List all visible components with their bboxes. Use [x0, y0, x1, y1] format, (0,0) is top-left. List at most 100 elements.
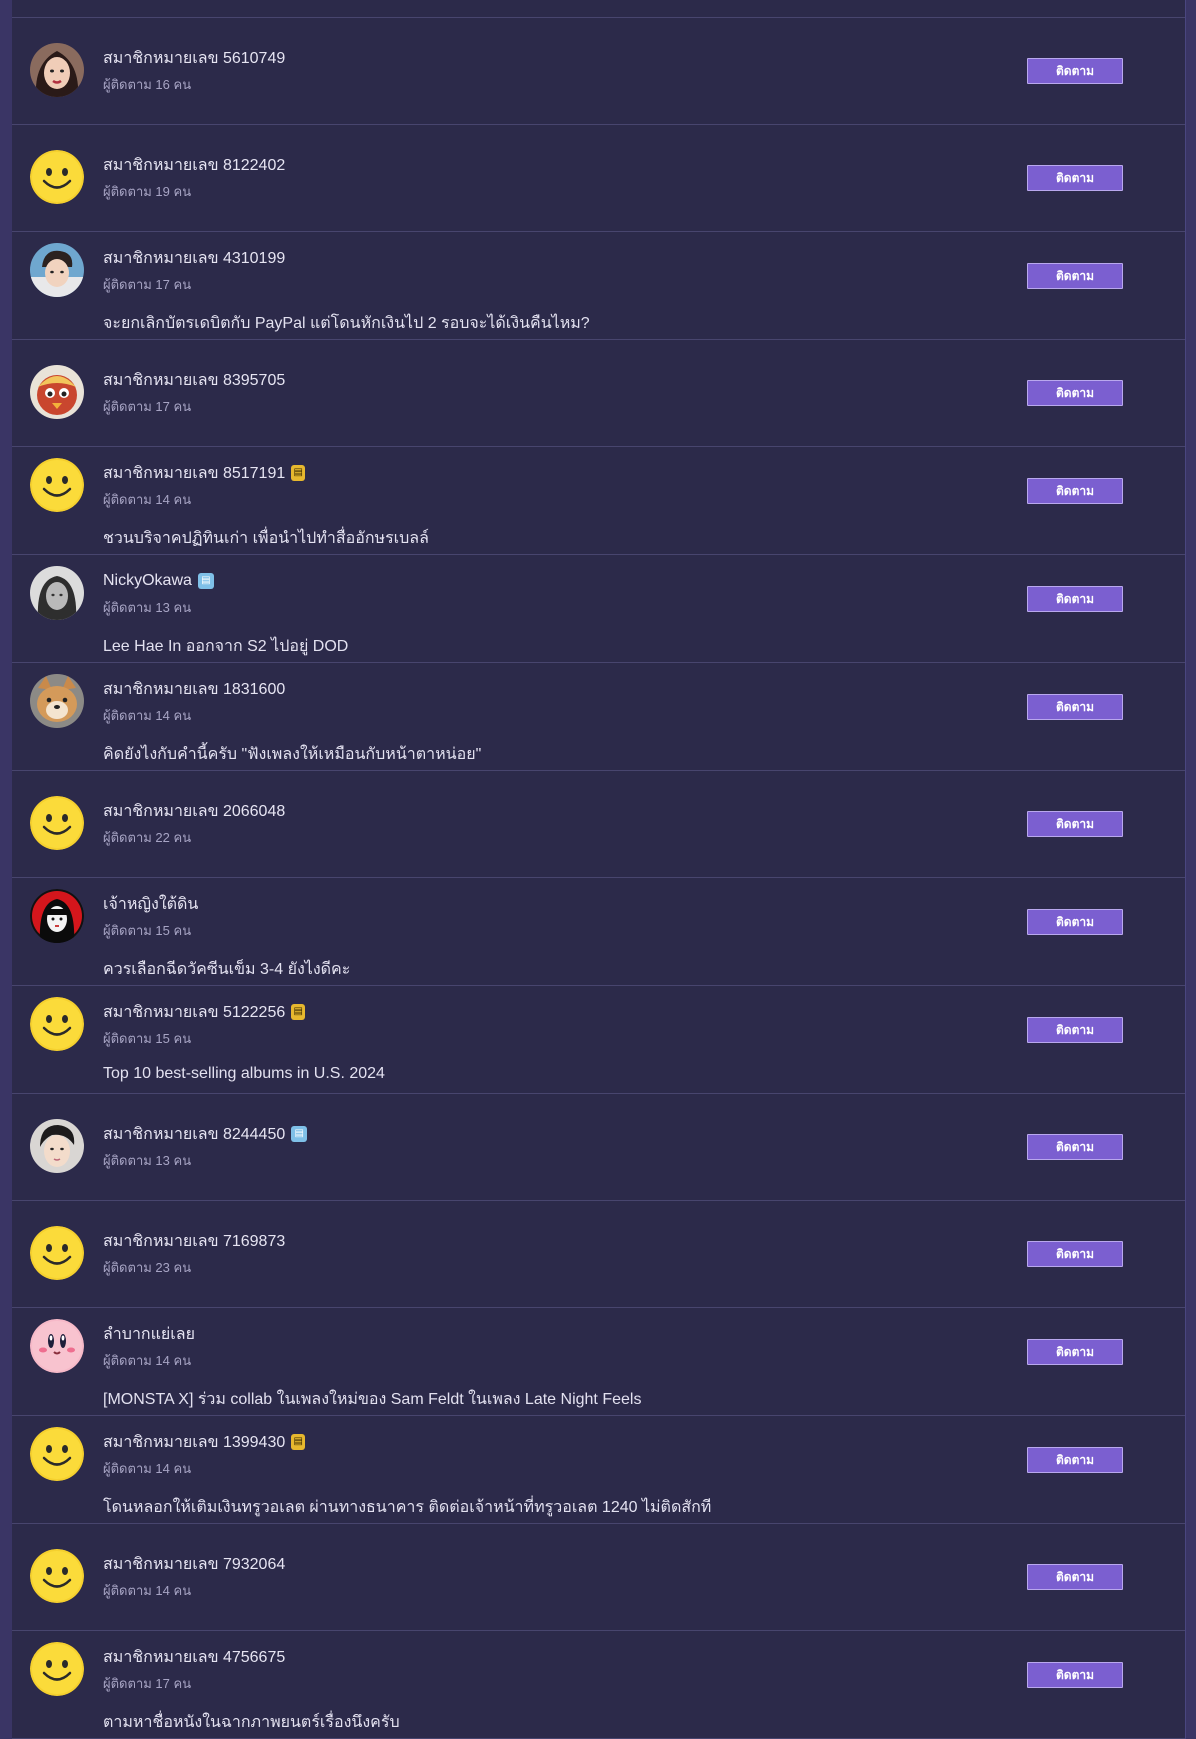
name-line: สมาชิกหมายเลข 7169873	[103, 1229, 1185, 1253]
follow-button[interactable]: ติดตาม	[1027, 909, 1123, 935]
follow-button[interactable]: ติดตาม	[1027, 165, 1123, 191]
follower-count: ผู้ติดตาม 14 คน	[103, 1583, 192, 1598]
latest-topic-link[interactable]: คิดยังไงกับคำนี้ครับ "ฟังเพลงให้เหมือนกั…	[103, 742, 1185, 767]
follow-button[interactable]: ติดตาม	[1027, 1339, 1123, 1365]
user-info: สมาชิกหมายเลข 1399430 ▤ ผู้ติดตาม 14 คนโดน…	[103, 1430, 1185, 1520]
user-info: สมาชิกหมายเลข 8517191 ▤ ผู้ติดตาม 14 คน ชวน…	[103, 461, 1185, 551]
follower-count: ผู้ติดตาม 13 คน	[103, 600, 192, 615]
avatar[interactable]	[30, 1427, 84, 1481]
follower-count: ผู้ติดตาม 23 คน	[103, 1260, 192, 1275]
follow-button[interactable]: ติดตาม	[1027, 380, 1123, 406]
avatar[interactable]	[30, 150, 84, 204]
name-line: สมาชิกหมายเลข 8244450 ▤	[103, 1122, 1185, 1146]
user-name-link[interactable]: NickyOkawa	[103, 572, 192, 590]
latest-topic-link[interactable]: โดนหลอกให้เติมเงินทรูวอเลต ผ่านทางธนาคาร…	[103, 1495, 1185, 1520]
avatar[interactable]	[30, 1226, 84, 1280]
list-item-partial	[12, 0, 1185, 18]
user-info: สมาชิกหมายเลข 2066048 ผู้ติดตาม 22 คน	[103, 799, 1185, 848]
user-info: สมาชิกหมายเลข 4756675 ผู้ติดตาม 17 คนตามห…	[103, 1645, 1185, 1735]
avatar[interactable]	[30, 43, 84, 97]
follow-button[interactable]: ติดตาม	[1027, 58, 1123, 84]
list-item: สมาชิกหมายเลข 7169873 ผู้ติดตาม 23 คน ติดต…	[12, 1201, 1185, 1308]
follower-count: ผู้ติดตาม 14 คน	[103, 1461, 192, 1476]
follow-button[interactable]: ติดตาม	[1027, 1662, 1123, 1688]
avatar[interactable]	[30, 1119, 84, 1173]
latest-topic-link[interactable]: Lee Hae In ออกจาก S2 ไปอยู่ DOD	[103, 634, 1185, 659]
user-name-link[interactable]: ลำบากแย่เลย	[103, 1322, 195, 1347]
avatar[interactable]	[30, 1549, 84, 1603]
list-item: สมาชิกหมายเลข 1399430 ▤ ผู้ติดตาม 14 คนโดน…	[12, 1416, 1185, 1524]
name-line: สมาชิกหมายเลข 4756675	[103, 1645, 1185, 1669]
list-item: สมาชิกหมายเลข 7932064 ผู้ติดตาม 14 คน ติดต…	[12, 1524, 1185, 1631]
list-item: สมาชิกหมายเลข 8122402 ผู้ติดตาม 19 คน ติดต…	[12, 125, 1185, 232]
list-item: สมาชิกหมายเลข 8244450 ▤ ผู้ติดตาม 13 คน ติด…	[12, 1094, 1185, 1201]
name-line: สมาชิกหมายเลข 7932064	[103, 1552, 1185, 1576]
list-item: สมาชิกหมายเลข 2066048 ผู้ติดตาม 22 คน ติดต…	[12, 771, 1185, 878]
name-line: สมาชิกหมายเลข 4310199	[103, 246, 1185, 270]
user-name-link[interactable]: สมาชิกหมายเลข 7932064	[103, 1552, 285, 1577]
latest-topic-link[interactable]: [MONSTA X] ร่วม collab ในเพลงใหม่ของ Sam…	[103, 1387, 1185, 1412]
avatar[interactable]	[30, 796, 84, 850]
follow-button[interactable]: ติดตาม	[1027, 1241, 1123, 1267]
follower-count: ผู้ติดตาม 15 คน	[103, 1031, 192, 1046]
user-name-link[interactable]: สมาชิกหมายเลข 8122402	[103, 153, 285, 178]
mobile-verified-icon: ▤	[291, 1004, 306, 1020]
follower-count: ผู้ติดตาม 14 คน	[103, 492, 192, 507]
follow-button[interactable]: ติดตาม	[1027, 586, 1123, 612]
latest-topic-link[interactable]: ควรเลือกฉีดวัคซีนเข็ม 3-4 ยังไงดีคะ	[103, 957, 1185, 982]
latest-topic-link[interactable]: ชวนบริจาคปฏิทินเก่า เพื่อนำไปทำสื่ออักษร…	[103, 526, 1185, 551]
latest-topic-link[interactable]: จะยกเลิกบัตรเดบิตกับ PayPal แต่โดนหักเงิ…	[103, 311, 1185, 336]
avatar[interactable]	[30, 889, 84, 943]
user-info: สมาชิกหมายเลข 8244450 ▤ ผู้ติดตาม 13 คน	[103, 1122, 1185, 1171]
name-line: สมาชิกหมายเลข 5610749	[103, 46, 1185, 70]
user-name-link[interactable]: สมาชิกหมายเลข 4310199	[103, 246, 285, 271]
avatar[interactable]	[30, 458, 84, 512]
user-info: สมาชิกหมายเลข 4310199 ผู้ติดตาม 17 คน จะยก…	[103, 246, 1185, 336]
user-info: เจ้าหญิงใต้ดิน ผู้ติดตาม 15 คน ควรเลือกฉีด…	[103, 892, 1185, 982]
user-name-link[interactable]: สมาชิกหมายเลข 1831600	[103, 677, 285, 702]
user-name-link[interactable]: สมาชิกหมายเลข 8517191	[103, 461, 285, 486]
user-name-link[interactable]: สมาชิกหมายเลข 8395705	[103, 368, 285, 393]
avatar[interactable]	[30, 566, 84, 620]
avatar[interactable]	[30, 1642, 84, 1696]
name-line: เจ้าหญิงใต้ดิน	[103, 892, 1185, 916]
follower-count: ผู้ติดตาม 19 คน	[103, 184, 192, 199]
name-line: สมาชิกหมายเลข 1831600	[103, 677, 1185, 701]
follower-count: ผู้ติดตาม 17 คน	[103, 399, 192, 414]
avatar[interactable]	[30, 1319, 84, 1373]
list-item: NickyOkawa ▤ ผู้ติดตาม 13 คน Lee Hae In ออก…	[12, 555, 1185, 663]
blog-icon: ▤	[291, 1126, 308, 1142]
follow-button[interactable]: ติดตาม	[1027, 1564, 1123, 1590]
latest-topic-link[interactable]: Top 10 best-selling albums in U.S. 2024	[103, 1065, 1185, 1083]
name-line: สมาชิกหมายเลข 1399430 ▤	[103, 1430, 1185, 1454]
user-name-link[interactable]: สมาชิกหมายเลข 4756675	[103, 1645, 285, 1670]
user-name-link[interactable]: เจ้าหญิงใต้ดิน	[103, 892, 198, 917]
follow-button[interactable]: ติดตาม	[1027, 1447, 1123, 1473]
following-panel: สมาชิกหมายเลข 5610749 ผู้ติดตาม 16 คน ติดต…	[12, 0, 1186, 1739]
list-item: สมาชิกหมายเลข 5610749 ผู้ติดตาม 16 คน ติดต…	[12, 18, 1185, 125]
avatar[interactable]	[30, 243, 84, 297]
follower-count: ผู้ติดตาม 17 คน	[103, 1676, 192, 1691]
user-name-link[interactable]: สมาชิกหมายเลข 8244450	[103, 1122, 285, 1147]
follow-button[interactable]: ติดตาม	[1027, 263, 1123, 289]
follower-count: ผู้ติดตาม 14 คน	[103, 708, 192, 723]
follow-button[interactable]: ติดตาม	[1027, 478, 1123, 504]
user-name-link[interactable]: สมาชิกหมายเลข 5610749	[103, 46, 285, 71]
user-name-link[interactable]: สมาชิกหมายเลข 5122256	[103, 1000, 285, 1025]
follow-button[interactable]: ติดตาม	[1027, 694, 1123, 720]
list-item: สมาชิกหมายเลข 4756675 ผู้ติดตาม 17 คนตามห…	[12, 1631, 1185, 1739]
user-name-link[interactable]: สมาชิกหมายเลข 7169873	[103, 1229, 285, 1254]
user-name-link[interactable]: สมาชิกหมายเลข 2066048	[103, 799, 285, 824]
user-info: NickyOkawa ▤ ผู้ติดตาม 13 คน Lee Hae In ออก…	[103, 569, 1185, 659]
user-info: สมาชิกหมายเลข 1831600 ผู้ติดตาม 14 คนคิดย…	[103, 677, 1185, 767]
user-name-link[interactable]: สมาชิกหมายเลข 1399430	[103, 1430, 285, 1455]
follow-button[interactable]: ติดตาม	[1027, 1134, 1123, 1160]
name-line: ลำบากแย่เลย	[103, 1322, 1185, 1346]
follow-button[interactable]: ติดตาม	[1027, 1017, 1123, 1043]
avatar[interactable]	[30, 997, 84, 1051]
latest-topic-link[interactable]: ตามหาชื่อหนังในฉากภาพยนตร์เรื่องนึงครับ	[103, 1710, 1185, 1735]
list-item: สมาชิกหมายเลข 8395705 ผู้ติดตาม 17 คน ติดต…	[12, 340, 1185, 447]
avatar[interactable]	[30, 365, 84, 419]
avatar[interactable]	[30, 674, 84, 728]
follow-button[interactable]: ติดตาม	[1027, 811, 1123, 837]
